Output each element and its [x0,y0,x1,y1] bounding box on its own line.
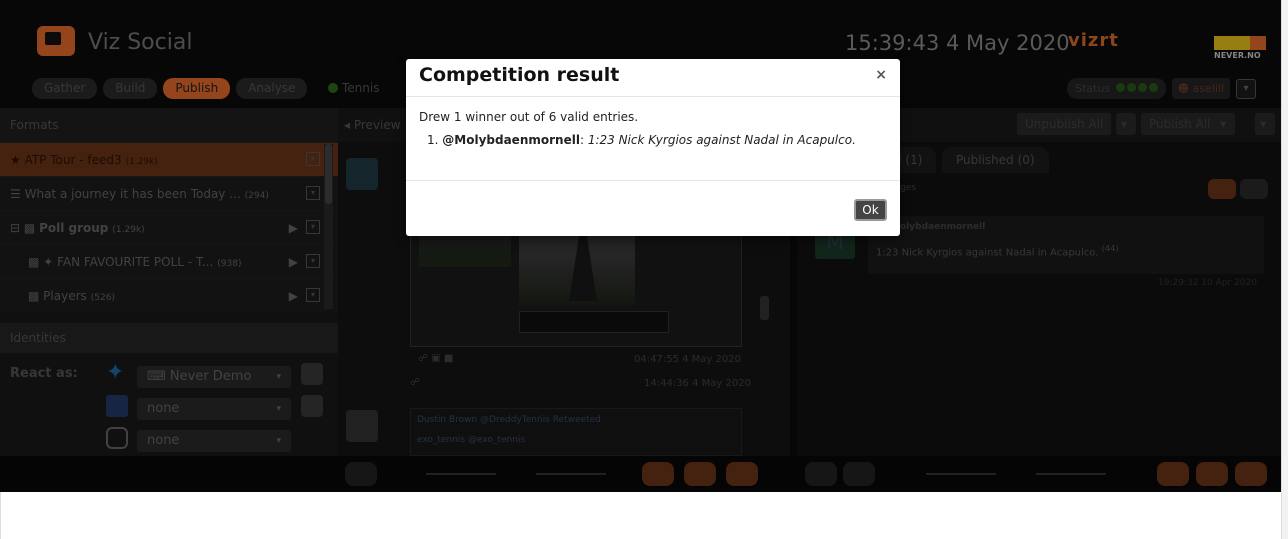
dialog-footer: Ok [406,181,900,235]
window-right-edge [1281,0,1288,539]
close-icon[interactable]: × [875,67,887,83]
competition-result-dialog: Competition result × Drew 1 winner out o… [406,59,900,236]
winner-separator: : [579,133,584,147]
winner-name: @Molybdaenmornell [442,133,580,147]
winner-index: 1. [427,133,439,147]
winner-text: 1:23 Nick Kyrgios against Nadal in Acapu… [587,133,856,147]
app-root: Viz Social 15:39:43 4 May 2020 vizrt NEV… [0,0,1288,539]
dialog-body: Drew 1 winner out of 6 valid entries. 1.… [406,97,900,181]
ok-button[interactable]: Ok [854,199,887,221]
winner-entry: 1. @Molybdaenmornell: 1:23 Nick Kyrgios … [419,133,888,147]
viz-social-frame: Viz Social 15:39:43 4 May 2020 vizrt NEV… [0,0,1281,492]
result-summary: Drew 1 winner out of 6 valid entries. [419,110,639,124]
page-bottom-area [0,492,1281,539]
dialog-title: Competition result [406,59,900,97]
